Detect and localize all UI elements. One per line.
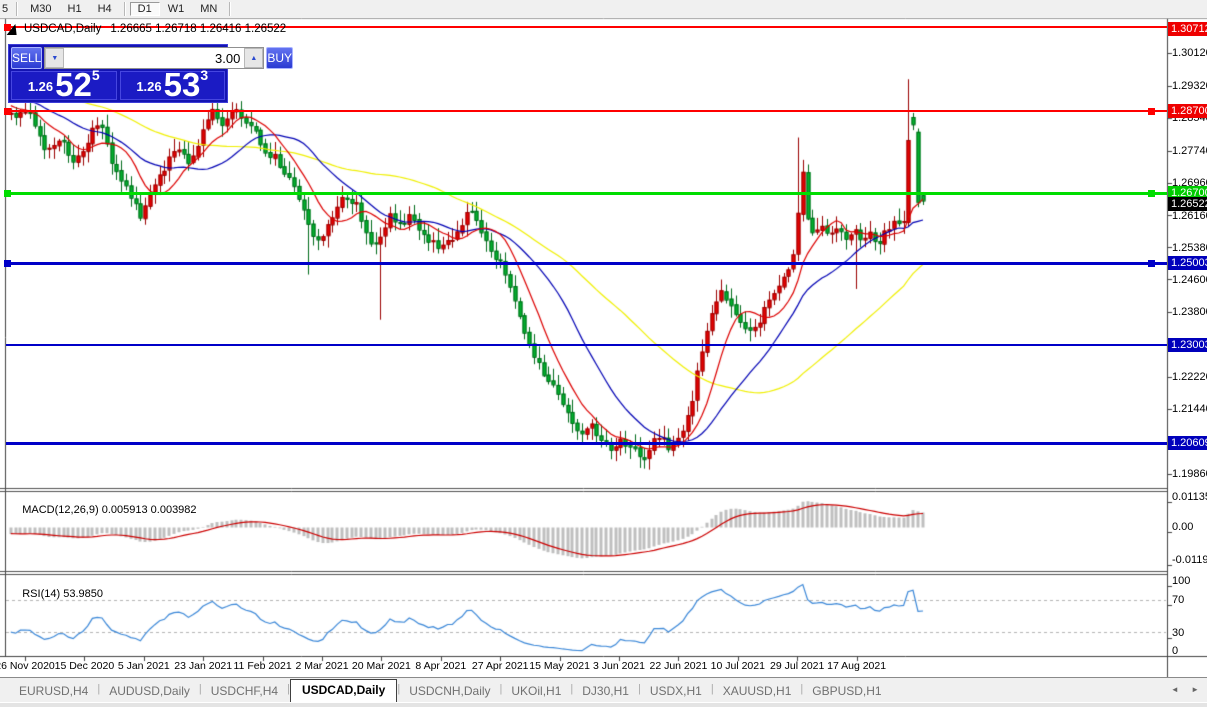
sell-price-sup: 5 xyxy=(91,67,100,83)
date-axis-label: 8 Apr 2021 xyxy=(415,660,467,672)
tabs-scroll-right-icon[interactable]: ► xyxy=(1191,685,1199,694)
chart-tab-ukoil[interactable]: UKOil,H1 xyxy=(502,680,570,702)
date-axis-label: 23 Jan 2021 xyxy=(174,660,233,672)
hline-1.23003[interactable] xyxy=(6,344,1167,346)
status-bar xyxy=(0,702,1207,707)
volume-input[interactable] xyxy=(64,48,245,68)
price-axis-label: 1.19860 xyxy=(1172,468,1207,480)
chart-tab-xauusd[interactable]: XAUUSD,H1 xyxy=(714,680,801,702)
date-axis-label: 22 Jun 2021 xyxy=(649,660,708,672)
chart-title: USDCAD,Daily xyxy=(24,23,102,35)
date-axis-label: 17 Aug 2021 xyxy=(827,660,887,672)
indicator-axis-label: 0.01135 xyxy=(1172,491,1207,503)
price-axis-label: 1.24600 xyxy=(1172,273,1207,286)
chart-canvas[interactable] xyxy=(0,0,1207,707)
price-axis-label: 1.27740 xyxy=(1172,144,1207,157)
hline-1.28700[interactable] xyxy=(6,110,1167,113)
indicator-axis-label: -0.01190 xyxy=(1172,554,1207,566)
chart-tab-usdchf[interactable]: USDCHF,H4 xyxy=(202,680,287,702)
price-badge-1.23003: 1.23003 xyxy=(1168,338,1207,352)
hline-1.26700[interactable] xyxy=(6,191,1167,195)
timeframe-w1-button[interactable]: W1 xyxy=(160,2,193,16)
buy-price-sup: 3 xyxy=(200,67,209,83)
price-axis-label: 1.29320 xyxy=(1172,79,1207,92)
hline-1.25003[interactable] xyxy=(6,261,1167,265)
price-axis-label: 1.23800 xyxy=(1172,306,1207,319)
timeframe-m5-button[interactable]: 5 xyxy=(0,2,12,16)
price-axis-label: 1.25380 xyxy=(1172,241,1207,254)
timeframe-mn-button[interactable]: MN xyxy=(192,2,225,16)
buy-price-big: 53 xyxy=(163,65,201,103)
sell-price-display[interactable]: 1.26 52 5 xyxy=(11,65,117,103)
buy-price-small: 1.26 xyxy=(136,79,162,94)
current-price-badge: 1.26522 xyxy=(1168,197,1207,211)
price-badge-1.30712: 1.30712 xyxy=(1168,22,1207,36)
rsi-indicator-label: RSI(14) 53.9850 xyxy=(22,588,103,600)
date-axis-label: 20 Mar 2021 xyxy=(351,660,411,672)
date-axis-label: 10 Jul 2021 xyxy=(710,660,765,672)
chart-tab-usdcnh[interactable]: USDCNH,Daily xyxy=(400,680,499,702)
sell-button[interactable]: SELL xyxy=(11,47,43,69)
volume-decrease-icon[interactable]: ▼ xyxy=(45,48,65,68)
date-axis-label: 15 May 2021 xyxy=(529,660,590,672)
buy-button[interactable]: BUY xyxy=(266,47,294,69)
macd-indicator-label: MACD(12,26,9) 0.005913 0.003982 xyxy=(22,504,197,516)
indicator-axis-label: 100 xyxy=(1172,575,1191,587)
hline-handle[interactable] xyxy=(1148,107,1155,115)
chart-tab-usdx[interactable]: USDX,H1 xyxy=(641,680,711,702)
indicator-axis-label: 0 xyxy=(1172,645,1179,657)
volume-increase-icon[interactable]: ▲ xyxy=(244,48,264,68)
buy-price-display[interactable]: 1.26 53 3 xyxy=(119,65,225,103)
sell-price-big: 52 xyxy=(55,65,92,103)
indicator-axis-label: 70 xyxy=(1172,594,1185,606)
timeframe-h4-button[interactable]: H4 xyxy=(90,2,120,16)
date-axis-label: 3 Jun 2021 xyxy=(593,660,645,672)
price-badge-1.25003: 1.25003 xyxy=(1168,256,1207,270)
hline-1.20609[interactable] xyxy=(6,441,1167,445)
date-axis-label: 11 Feb 2021 xyxy=(233,660,292,672)
chart-tab-gbpusd[interactable]: GBPUSD,H1 xyxy=(803,680,890,702)
chart-tab-usdcad[interactable]: USDCAD,Daily xyxy=(289,679,398,702)
timeframe-m30-button[interactable]: M30 xyxy=(22,2,59,16)
timeframe-h1-button[interactable]: H1 xyxy=(60,2,90,16)
date-axis-label: 5 Jan 2021 xyxy=(117,660,170,672)
hline-handle[interactable] xyxy=(4,259,11,267)
date-axis-label: 2 Mar 2021 xyxy=(295,660,349,672)
timeframe-d1-button[interactable]: D1 xyxy=(129,2,160,16)
indicator-axis-label: 0.00 xyxy=(1172,521,1194,533)
price-axis-label: 1.30120 xyxy=(1172,47,1207,59)
price-badge-1.28700: 1.28700 xyxy=(1168,104,1207,119)
chart-ohlc-values: 1.26665 1.26718 1.26416 1.26522 xyxy=(110,23,287,35)
date-axis-label: 29 Jul 2021 xyxy=(770,660,825,672)
hline-handle[interactable] xyxy=(1148,189,1155,197)
price-axis-label: 1.21440 xyxy=(1172,403,1207,416)
hline-handle[interactable] xyxy=(4,189,11,197)
date-axis-label: 15 Dec 2020 xyxy=(54,660,115,672)
chart-title-row: USDCAD,Daily 1.26665 1.26718 1.26416 1.2… xyxy=(6,23,287,35)
indicator-axis-label: 30 xyxy=(1172,627,1185,639)
chart-marker-icon xyxy=(6,23,20,35)
price-axis-label: 1.22220 xyxy=(1172,371,1207,384)
price-axis-label: 1.26160 xyxy=(1172,209,1207,222)
date-axis-label: 27 Apr 2021 xyxy=(471,660,529,672)
date-axis-label: 26 Nov 2020 xyxy=(0,660,55,672)
tabs-scroll-left-icon[interactable]: ◄ xyxy=(1171,685,1179,694)
one-click-trade-panel: SELL ▼ ▲ BUY 1.26 52 5 1.26 53 3 xyxy=(8,44,294,103)
chart-tab-audusd[interactable]: AUDUSD,Daily xyxy=(100,680,199,702)
sell-price-small: 1.26 xyxy=(27,79,54,94)
chart-tab-dj30[interactable]: DJ30,H1 xyxy=(573,680,638,702)
chart-tab-eurusd[interactable]: EURUSD,H4 xyxy=(10,680,97,702)
hline-handle[interactable] xyxy=(1148,259,1155,267)
chart-tabs-bar: EURUSD,H4 | AUDUSD,Daily | USDCHF,H4 | USDCAD,… xyxy=(0,677,1207,702)
timeframe-toolbar: 5 M30 H1 H4 D1 W1 MN xyxy=(0,0,1207,18)
hline-handle[interactable] xyxy=(4,107,11,115)
price-badge-1.20609: 1.20609 xyxy=(1168,436,1207,451)
mt4-window: 5 M30 H1 H4 D1 W1 MN USDCAD,Daily 1.26665 1.26… xyxy=(0,0,1207,707)
